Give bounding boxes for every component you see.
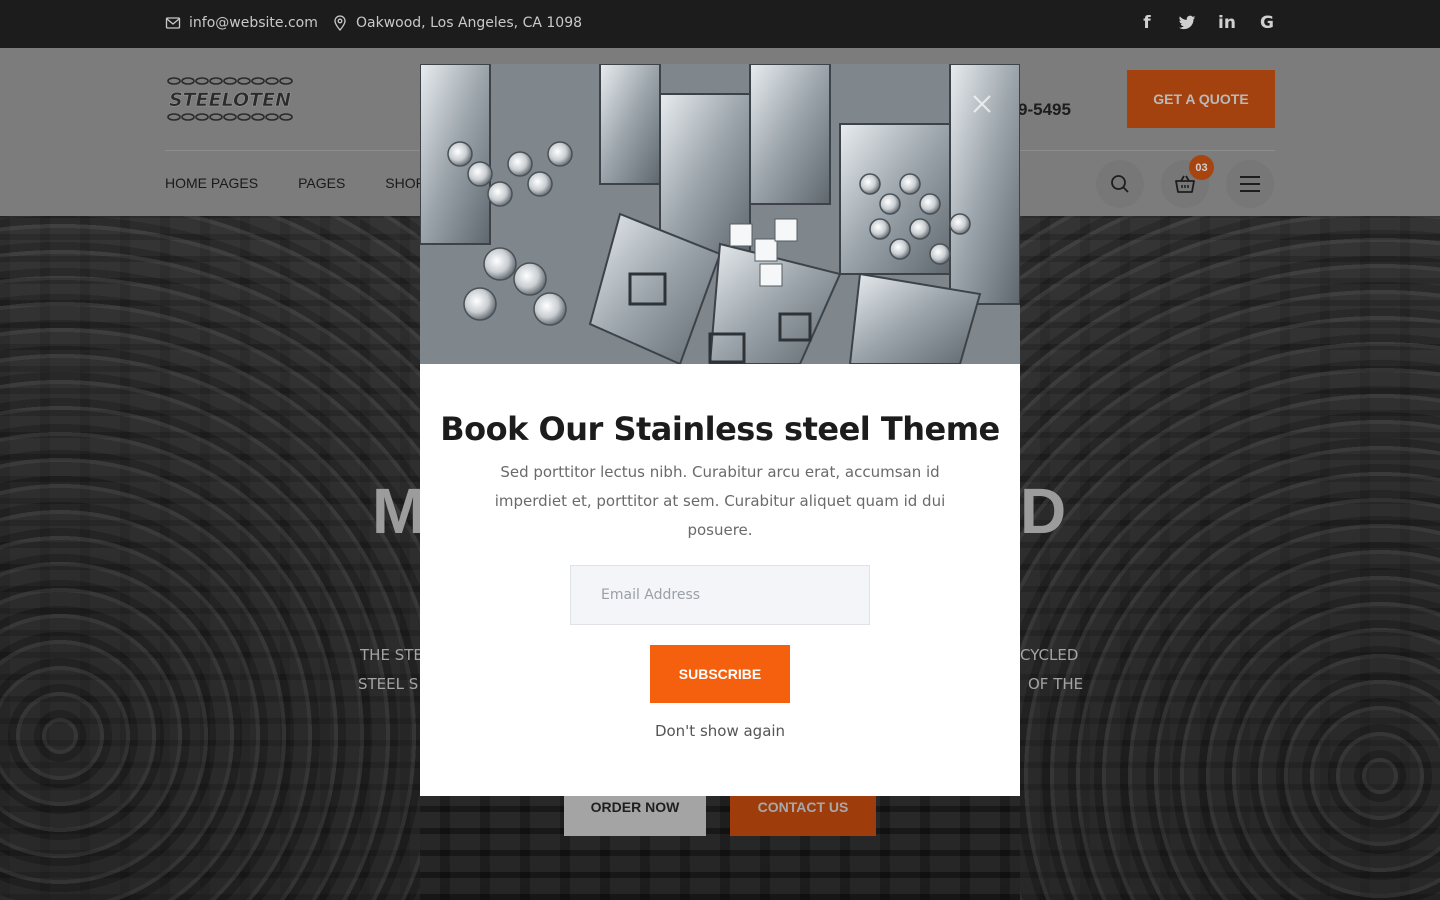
search-button[interactable] [1096,160,1144,208]
email-field[interactable] [570,565,870,625]
topbar-address-text: Oakwood, Los Angeles, CA 1098 [356,15,583,31]
hero-title-left-fragment: M [372,475,426,547]
social-links: f in G [1138,12,1276,34]
logo-text: STEELOTEN [169,89,291,111]
main-nav: HOME PAGES PAGES SHOP [165,175,425,191]
map-pin-icon [334,15,346,31]
linkedin-icon[interactable]: in [1218,12,1236,34]
hero-subtitle-fragment: OF THE [1028,675,1084,693]
cart-count-badge: 03 [1189,155,1214,180]
hero-subtitle-fragment: STEEL S [358,675,419,693]
header-phone: 9-5495 [1018,100,1071,119]
subscribe-button[interactable]: SUBSCRIBE [650,645,790,703]
google-icon[interactable]: G [1258,12,1276,34]
modal-steel-image [420,64,1020,364]
nav-item-pages[interactable]: PAGES [298,175,345,191]
site-logo[interactable]: STEELOTEN [165,76,295,122]
twitter-icon[interactable] [1178,12,1196,34]
topbar-email-text: info@website.com [189,15,318,31]
top-bar: info@website.com Oakwood, Los Angeles, C… [0,0,1440,48]
search-icon [1111,175,1129,193]
menu-button[interactable] [1226,160,1274,208]
modal-title: Book Our Stainless steel Theme [440,410,1000,448]
modal-description: Sed porttitor lectus nibh. Curabitur arc… [494,463,946,539]
topbar-email[interactable]: info@website.com [165,15,318,31]
envelope-icon [165,17,181,29]
nav-item-home-pages[interactable]: HOME PAGES [165,175,258,191]
hero-subtitle-fragment: CYCLED [1020,646,1079,664]
get-quote-button[interactable]: GET A QUOTE [1127,70,1275,128]
subscribe-modal: Book Our Stainless steel Theme Sed portt… [420,64,1020,796]
hero-title-right-fragment: D [1020,475,1067,547]
hero-background-right [1020,216,1440,900]
topbar-address: Oakwood, Los Angeles, CA 1098 [332,15,582,31]
hero-background-left [0,216,420,900]
dont-show-again-link[interactable]: Don't show again [420,722,1020,740]
close-icon[interactable] [968,90,996,118]
hero-subtitle-fragment: THE STE [360,646,423,664]
facebook-icon[interactable]: f [1138,12,1156,34]
hamburger-menu-icon [1240,176,1260,192]
